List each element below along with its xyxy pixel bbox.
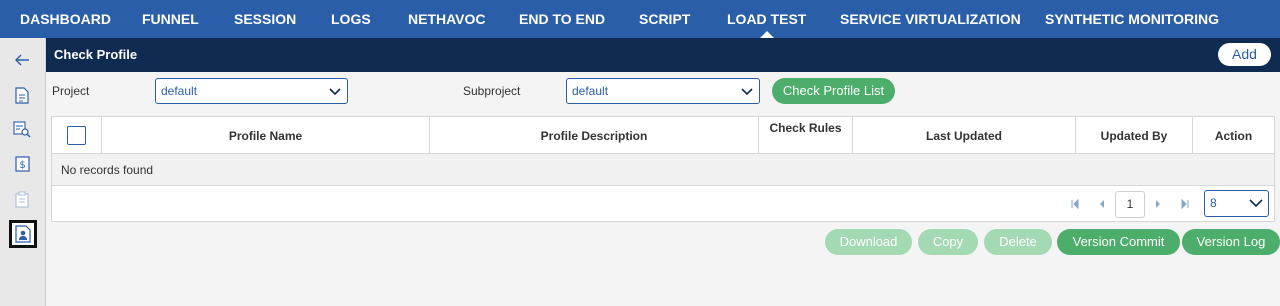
version-log-button[interactable]: Version Log	[1182, 229, 1280, 255]
column-last-updated[interactable]: Last Updated	[853, 117, 1076, 154]
nav-load-test[interactable]: LOAD TEST	[727, 0, 806, 38]
last-page-icon[interactable]	[1180, 199, 1190, 209]
chevron-down-icon	[1249, 199, 1263, 208]
add-button[interactable]: Add	[1218, 43, 1271, 66]
version-commit-button[interactable]: Version Commit	[1057, 229, 1180, 255]
nav-synthetic-monitoring[interactable]: SYNTHETIC MONITORING	[1045, 0, 1219, 38]
select-all-cell	[52, 117, 102, 154]
back-arrow-icon[interactable]	[11, 49, 33, 71]
top-navigation: DASHBOARD FUNNEL SESSION LOGS NETHAVOC E…	[0, 0, 1280, 38]
svg-text:$: $	[19, 160, 25, 171]
column-check-rules[interactable]: Check Rules	[759, 117, 853, 154]
profile-table: Profile Name Profile Description Check R…	[51, 116, 1275, 222]
empty-row: No records found	[52, 154, 1274, 186]
clipboard-icon[interactable]	[11, 188, 33, 210]
check-profile-list-button[interactable]: Check Profile List	[772, 78, 895, 104]
nav-service-virtualization[interactable]: SERVICE VIRTUALIZATION	[840, 0, 1021, 38]
nav-script[interactable]: SCRIPT	[639, 0, 690, 38]
copy-button[interactable]: Copy	[918, 229, 978, 255]
document-icon[interactable]	[11, 84, 33, 106]
subproject-select-value: default	[572, 84, 609, 98]
nav-session[interactable]: SESSION	[234, 0, 296, 38]
rows-per-page-select[interactable]: 8	[1204, 190, 1269, 217]
column-profile-description[interactable]: Profile Description	[430, 117, 759, 154]
download-button[interactable]: Download	[825, 229, 912, 255]
paginator: 1 8	[52, 186, 1274, 222]
chevron-down-icon	[329, 88, 341, 96]
subproject-label: Subproject	[463, 84, 521, 98]
first-page-icon[interactable]	[1070, 199, 1080, 209]
project-select[interactable]: default	[155, 78, 348, 104]
project-select-value: default	[161, 84, 198, 98]
project-label: Project	[52, 84, 90, 98]
left-sidebar: $	[0, 38, 46, 306]
page-title: Check Profile	[54, 47, 138, 62]
rows-per-page-value: 8	[1210, 196, 1217, 210]
select-all-checkbox[interactable]	[67, 126, 86, 145]
next-page-icon[interactable]	[1153, 199, 1163, 209]
previous-page-icon[interactable]	[1097, 199, 1107, 209]
nav-end-to-end[interactable]: END TO END	[519, 0, 605, 38]
nav-dashboard[interactable]: DASHBOARD	[20, 0, 111, 38]
nav-nethavoc[interactable]: NETHAVOC	[408, 0, 486, 38]
column-updated-by[interactable]: Updated By	[1076, 117, 1193, 154]
panel-header: Check Profile Add	[46, 38, 1280, 72]
current-page[interactable]: 1	[1115, 191, 1145, 218]
column-profile-name[interactable]: Profile Name	[102, 117, 430, 154]
nav-logs[interactable]: LOGS	[331, 0, 371, 38]
profile-doc-icon[interactable]	[9, 220, 37, 248]
delete-button[interactable]: Delete	[984, 229, 1052, 255]
subproject-select[interactable]: default	[566, 78, 760, 104]
nav-funnel[interactable]: FUNNEL	[142, 0, 199, 38]
table-header: Profile Name Profile Description Check R…	[52, 117, 1274, 154]
no-records-text: No records found	[61, 163, 154, 177]
search-report-icon[interactable]	[11, 118, 33, 140]
column-action: Action	[1214, 128, 1253, 143]
chevron-down-icon	[741, 88, 753, 96]
dollar-doc-icon[interactable]: $	[11, 153, 33, 175]
